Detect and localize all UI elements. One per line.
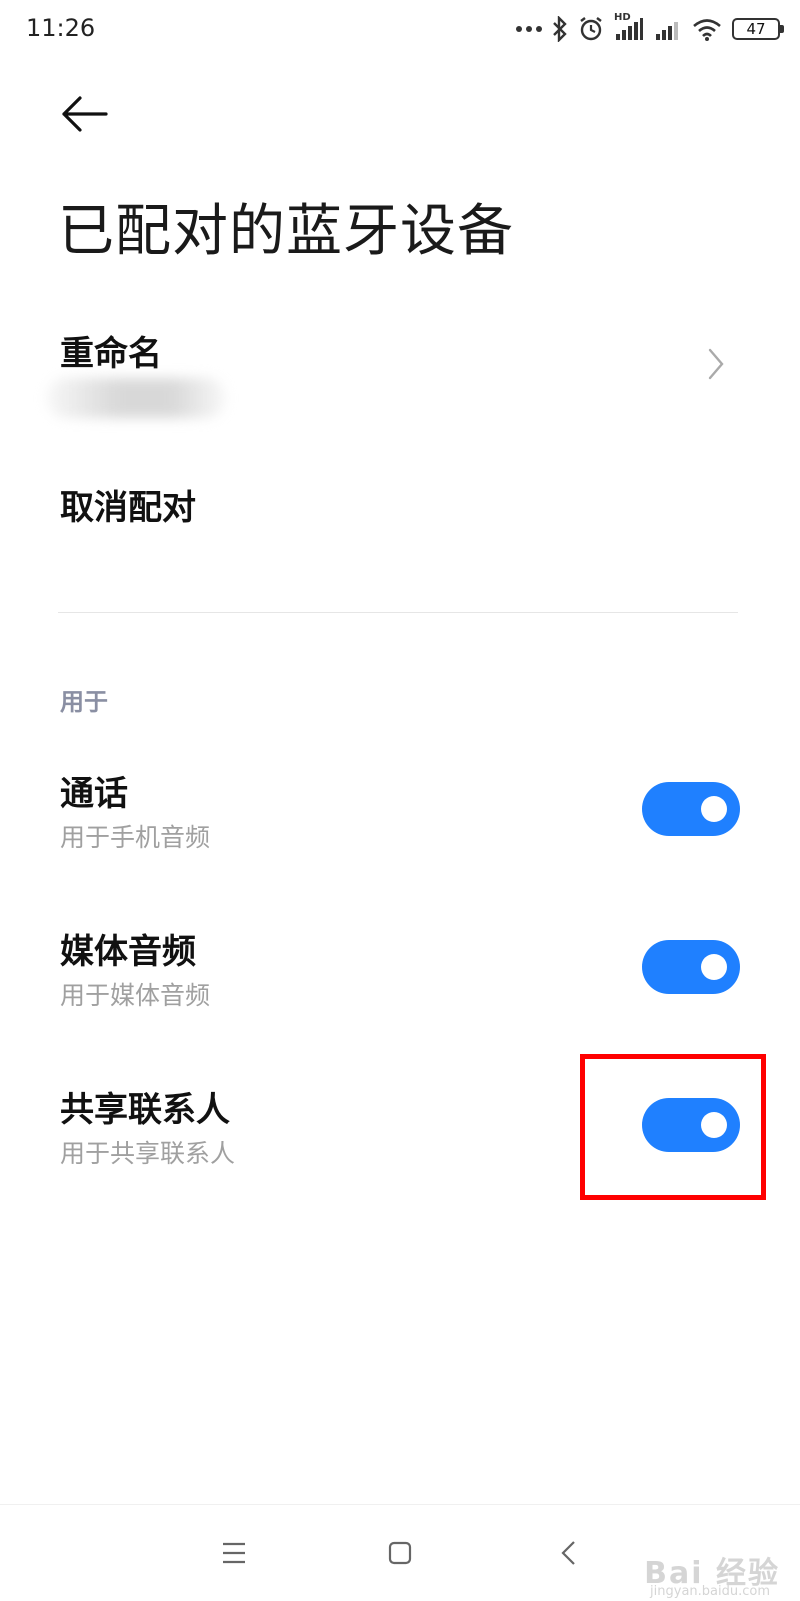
- highlight-box: [580, 1054, 766, 1200]
- alarm-icon: [580, 17, 602, 41]
- device-name-blurred: [46, 378, 226, 418]
- divider: [58, 612, 738, 613]
- watermark-url: jingyan.baidu.com: [650, 1584, 770, 1599]
- watermark: Bai 经验 jingyan.baidu.com: [580, 1548, 780, 1599]
- rename-label: 重命名: [60, 334, 162, 374]
- bluetooth-icon: [553, 16, 567, 42]
- chevron-right-icon: [708, 348, 724, 380]
- signal-icon: [656, 22, 678, 40]
- page-title: 已配对的蓝牙设备: [58, 199, 514, 264]
- signal-icon: [616, 18, 643, 40]
- toggle-knob: [701, 796, 727, 822]
- status-bar: 11:26 HD 47: [0, 0, 800, 56]
- section-label: 用于: [60, 688, 108, 716]
- signal-hd: HD: [614, 12, 644, 42]
- toggle-title: 媒体音频: [60, 932, 196, 972]
- back-icon[interactable]: [560, 1540, 576, 1566]
- back-arrow-icon: [62, 96, 108, 132]
- status-icons: HD 47: [516, 12, 784, 44]
- unpair-label: 取消配对: [60, 488, 196, 528]
- unpair-row[interactable]: 取消配对: [0, 470, 800, 540]
- back-button[interactable]: [60, 92, 112, 136]
- toggle-knob: [701, 954, 727, 980]
- media-audio-toggle[interactable]: [642, 940, 740, 994]
- more-dots-icon: [516, 26, 542, 32]
- wifi-icon: [693, 19, 721, 41]
- toggle-subtitle: 用于共享联系人: [60, 1139, 236, 1168]
- battery-icon: 47: [732, 18, 784, 40]
- call-toggle[interactable]: [642, 782, 740, 836]
- home-icon[interactable]: [388, 1541, 412, 1565]
- toggle-subtitle: 用于媒体音频: [60, 981, 211, 1010]
- toggle-title: 通话: [60, 774, 128, 814]
- toggle-subtitle: 用于手机音频: [60, 823, 211, 852]
- status-time: 11:26: [26, 14, 96, 42]
- rename-row[interactable]: 重命名: [0, 320, 800, 430]
- toggle-row-media[interactable]: 媒体音频 用于媒体音频: [0, 918, 800, 1018]
- toggle-title: 共享联系人: [60, 1090, 230, 1130]
- toggle-row-call[interactable]: 通话 用于手机音频: [0, 760, 800, 860]
- menu-icon[interactable]: [222, 1542, 246, 1564]
